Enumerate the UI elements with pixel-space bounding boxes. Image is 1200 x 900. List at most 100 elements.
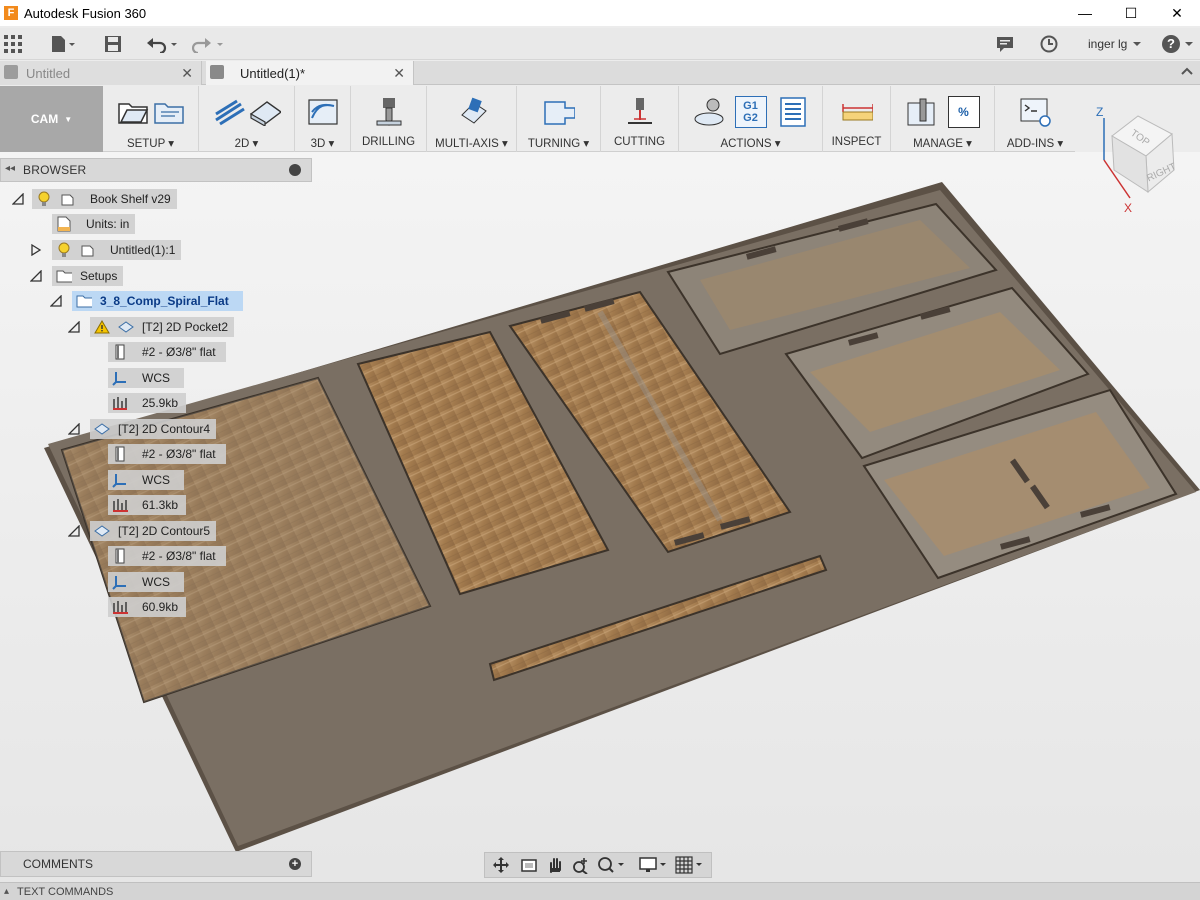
setup-sheet-icon[interactable] bbox=[777, 96, 809, 128]
ribbon-group-multi-axis[interactable]: MULTI-AXIS ▾ bbox=[427, 86, 517, 152]
close-tab-icon[interactable]: ✕ bbox=[181, 65, 193, 82]
minimize-button[interactable]: — bbox=[1062, 0, 1108, 26]
ribbon-group-turning[interactable]: TURNING ▾ bbox=[517, 86, 601, 152]
collapse-panel-icon[interactable]: ◂◂ bbox=[5, 163, 15, 174]
document-cube-icon bbox=[4, 65, 18, 79]
comments-panel-header[interactable]: COMMENTS + bbox=[0, 851, 312, 877]
view-cube[interactable]: Z X TOP RIGHT bbox=[1092, 100, 1192, 220]
tab-untitled-1[interactable]: Untitled(1)* ✕ bbox=[206, 61, 414, 85]
tool-label: #2 - Ø3/8" flat bbox=[142, 345, 216, 359]
setup-folder-icon[interactable] bbox=[153, 96, 185, 128]
display-settings-icon[interactable] bbox=[637, 854, 671, 876]
tool-library-icon[interactable] bbox=[906, 96, 938, 128]
tab-untitled[interactable]: Untitled ✕ bbox=[0, 61, 202, 85]
expand-text-commands-icon[interactable]: ▴ bbox=[4, 886, 9, 897]
pan-hand-icon[interactable] bbox=[543, 854, 567, 876]
new-setup-icon[interactable] bbox=[117, 96, 149, 128]
simulate-icon[interactable] bbox=[693, 96, 725, 128]
collapse-ribbon-icon[interactable] bbox=[1180, 65, 1194, 80]
help-menu[interactable]: ? bbox=[1162, 34, 1197, 54]
tree-node-toolpath-size[interactable]: 60.9kb bbox=[108, 597, 186, 617]
text-commands-bar[interactable]: ▴ TEXT COMMANDS bbox=[0, 882, 1200, 900]
tree-node-wcs[interactable]: WCS bbox=[108, 572, 184, 592]
save-icon[interactable] bbox=[104, 34, 122, 54]
tree-node-wcs[interactable]: WCS bbox=[108, 470, 184, 490]
cutting-icon[interactable] bbox=[624, 96, 656, 128]
browser-pin-icon[interactable] bbox=[289, 164, 301, 176]
model-viewport[interactable] bbox=[0, 152, 1200, 882]
visibility-bulb-icon[interactable] bbox=[56, 242, 72, 258]
expand-triangle-icon[interactable] bbox=[30, 270, 42, 282]
x-axis-label: X bbox=[1124, 201, 1132, 215]
user-account-menu[interactable]: inger lg bbox=[1088, 34, 1145, 54]
tool-icon bbox=[112, 548, 128, 564]
redo-icon[interactable] bbox=[192, 34, 226, 54]
tree-node-tool[interactable]: #2 - Ø3/8" flat bbox=[108, 444, 226, 464]
ribbon-group-2d[interactable]: 2D ▾ bbox=[199, 86, 295, 152]
turning-icon[interactable] bbox=[543, 96, 575, 128]
zoom-icon[interactable] bbox=[569, 854, 593, 876]
fit-zoom-icon[interactable] bbox=[595, 854, 629, 876]
tree-node-toolpath-size[interactable]: 61.3kb bbox=[108, 495, 186, 515]
wcs-axes-icon bbox=[112, 472, 128, 488]
data-panel-grid-icon[interactable] bbox=[4, 34, 22, 54]
measure-ruler-icon[interactable] bbox=[841, 96, 873, 128]
look-at-icon[interactable] bbox=[517, 854, 541, 876]
expand-triangle-icon[interactable] bbox=[68, 423, 80, 435]
drill-icon[interactable] bbox=[373, 96, 405, 128]
contour-operation-icon bbox=[94, 523, 110, 539]
expand-triangle-icon[interactable] bbox=[68, 525, 80, 537]
history-clock-icon[interactable] bbox=[1040, 34, 1058, 54]
expand-triangle-icon[interactable] bbox=[68, 321, 80, 333]
ribbon-group-drilling[interactable]: DRILLING bbox=[351, 86, 427, 152]
browser-panel-header[interactable]: ◂◂ BROWSER bbox=[0, 158, 312, 182]
ribbon-group-actions[interactable]: G1 G2 ACTIONS ▾ bbox=[679, 86, 823, 152]
tree-node-tool[interactable]: #2 - Ø3/8" flat bbox=[108, 546, 226, 566]
visibility-bulb-icon[interactable] bbox=[36, 191, 52, 207]
wcs-axes-icon bbox=[112, 574, 128, 590]
ribbon-label-add-ins: ADD-INS ▾ bbox=[1006, 138, 1064, 150]
tree-node-root[interactable]: Book Shelf v29 bbox=[12, 189, 177, 209]
ribbon-group-add-ins[interactable]: ADD-INS ▾ bbox=[995, 86, 1075, 152]
tree-node-operation[interactable]: [T2] 2D Contour4 bbox=[68, 419, 217, 439]
tree-node-wcs[interactable]: WCS bbox=[108, 368, 184, 388]
ribbon-group-3d[interactable]: 3D ▾ bbox=[295, 86, 351, 152]
ribbon-group-manage[interactable]: % MANAGE ▾ bbox=[891, 86, 995, 152]
tree-node-setup[interactable]: 3_8_Comp_Spiral_Flat bbox=[50, 291, 243, 311]
ribbon-group-setup[interactable]: SETUP ▾ bbox=[103, 86, 199, 152]
wcs-label: WCS bbox=[142, 575, 170, 589]
expand-triangle-icon[interactable] bbox=[12, 193, 24, 205]
post-process-icon[interactable]: G1 G2 bbox=[734, 96, 767, 128]
ribbon-group-cutting[interactable]: CUTTING bbox=[601, 86, 679, 152]
ribbon-group-inspect[interactable]: INSPECT bbox=[823, 86, 891, 152]
file-menu-icon[interactable] bbox=[50, 34, 76, 54]
close-window-button[interactable]: ✕ bbox=[1154, 0, 1200, 26]
tree-node-toolpath-size[interactable]: 25.9kb bbox=[108, 393, 186, 413]
close-tab-icon[interactable]: ✕ bbox=[393, 65, 405, 82]
orbit-icon[interactable] bbox=[491, 854, 515, 876]
2d-pocket-icon[interactable] bbox=[249, 96, 281, 128]
dropdown-arrow-icon: ▼ bbox=[64, 114, 73, 124]
grid-settings-icon[interactable] bbox=[673, 854, 707, 876]
maximize-button[interactable]: ☐ bbox=[1108, 0, 1154, 26]
tree-node-tool[interactable]: #2 - Ø3/8" flat bbox=[108, 342, 226, 362]
undo-icon[interactable] bbox=[146, 34, 180, 54]
job-status-icon[interactable] bbox=[996, 34, 1014, 54]
tree-node-component[interactable]: Untitled(1):1 bbox=[30, 240, 182, 260]
navigation-toolbar bbox=[484, 852, 712, 878]
tree-node-units[interactable]: Units: in bbox=[52, 214, 136, 234]
tree-node-operation[interactable]: [T2] 2D Contour5 bbox=[68, 521, 217, 541]
2d-adaptive-icon[interactable] bbox=[213, 96, 245, 128]
workspace-switcher[interactable]: CAM ▼ bbox=[0, 86, 103, 152]
collapsed-triangle-icon[interactable] bbox=[30, 244, 42, 256]
folder-icon bbox=[56, 268, 72, 284]
scripts-addins-icon[interactable] bbox=[1019, 96, 1051, 128]
tool-label: #2 - Ø3/8" flat bbox=[142, 447, 216, 461]
expand-triangle-icon[interactable] bbox=[50, 295, 62, 307]
add-comment-icon[interactable]: + bbox=[289, 858, 301, 870]
multi-axis-icon[interactable] bbox=[456, 96, 488, 128]
task-manager-icon[interactable]: % bbox=[947, 96, 980, 128]
tree-node-operation[interactable]: [T2] 2D Pocket2 bbox=[68, 317, 235, 337]
tree-node-setups[interactable]: Setups bbox=[30, 266, 124, 286]
3d-adaptive-icon[interactable] bbox=[307, 96, 339, 128]
